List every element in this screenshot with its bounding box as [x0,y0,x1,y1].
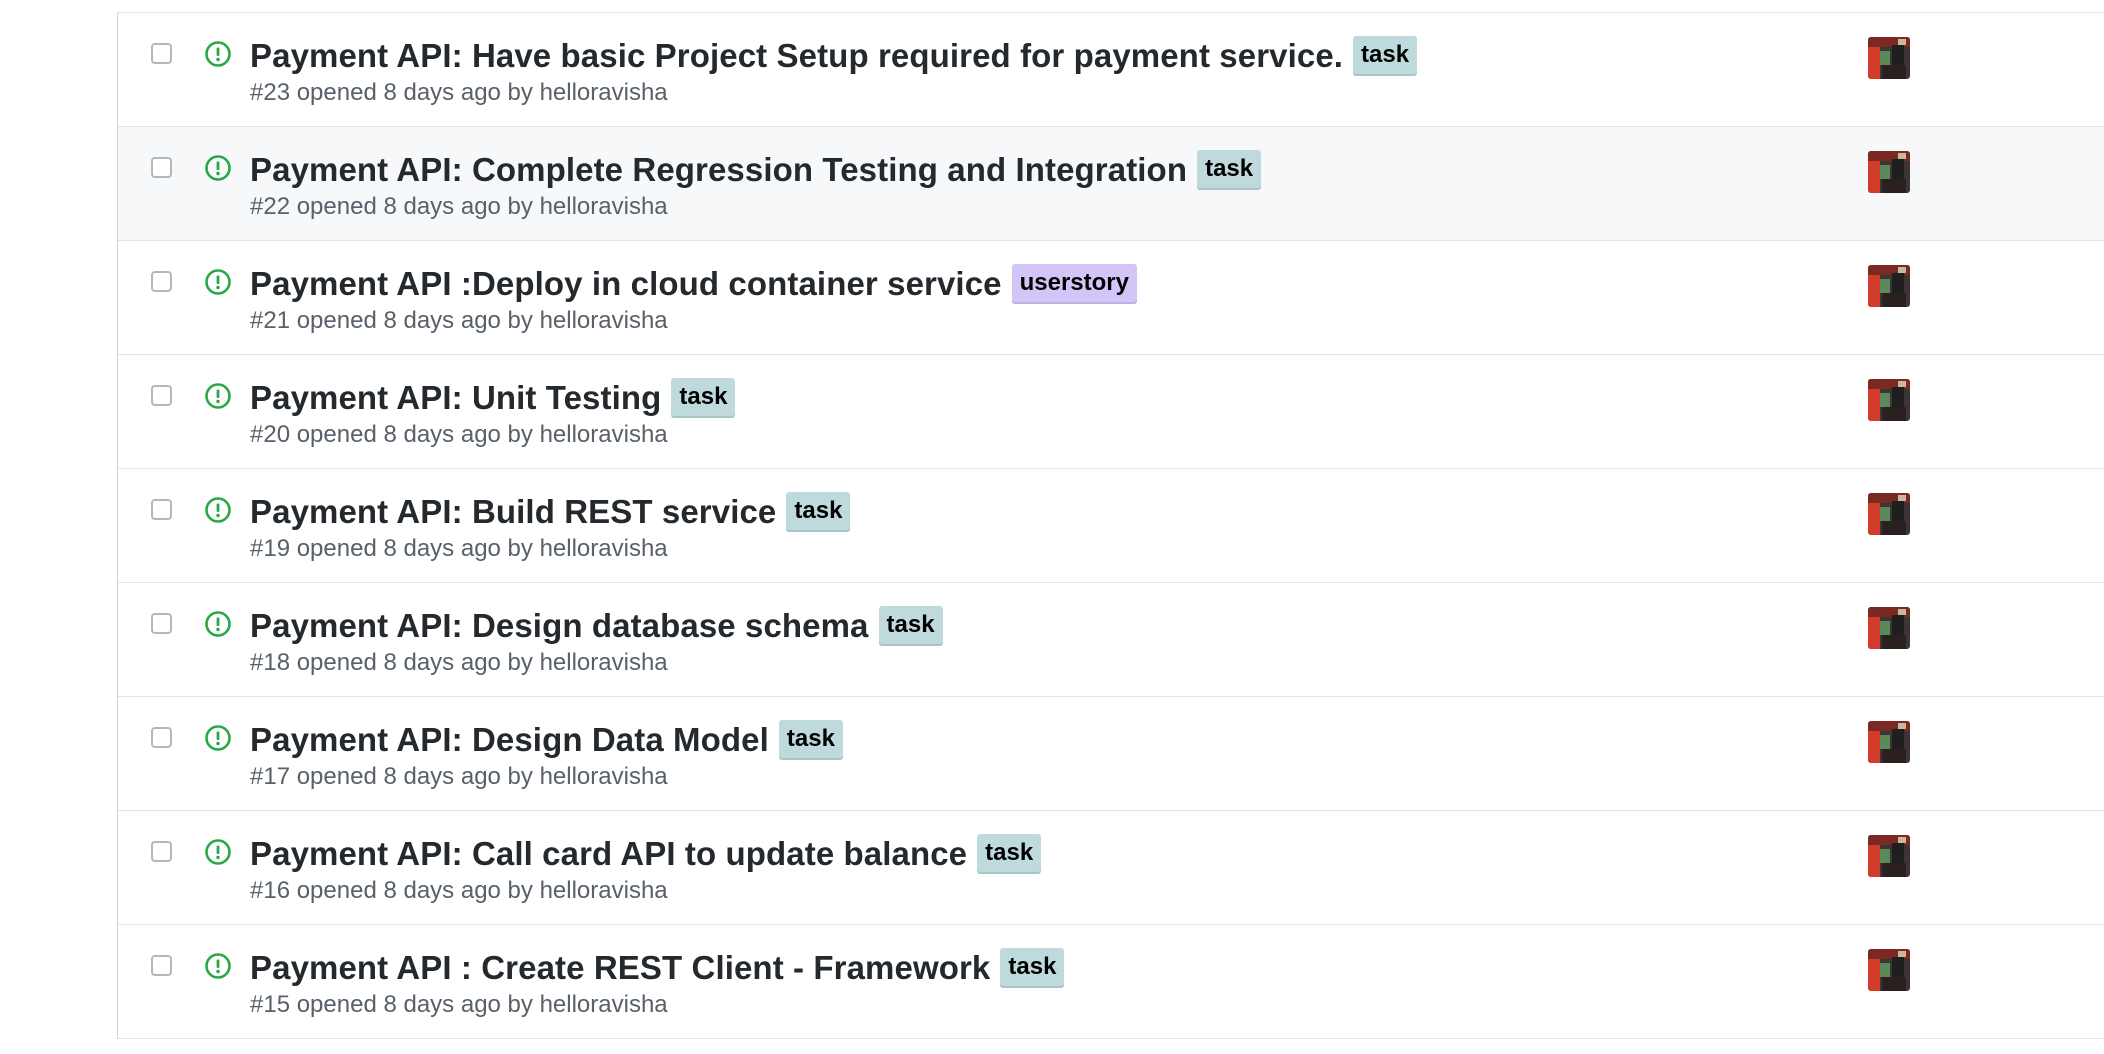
issue-row[interactable]: Payment API: Have basic Project Setup re… [118,13,2104,127]
label-badge[interactable]: task [671,378,736,418]
label-badge[interactable]: task [1197,150,1262,190]
issue-checkbox[interactable] [151,841,172,862]
assignee-avatar[interactable] [1868,607,1910,649]
issue-meta: #19 opened 8 days ago by helloravisha [250,535,668,562]
label-badge[interactable]: task [778,720,843,760]
assignee-avatar[interactable] [1868,493,1910,535]
issue-meta: #22 opened 8 days ago by helloravisha [250,193,668,220]
issues-list: Payment API: Have basic Project Setup re… [117,12,2104,1039]
label-badge[interactable]: task [1000,948,1065,988]
issue-checkbox[interactable] [151,727,172,748]
issue-meta: #16 opened 8 days ago by helloravisha [250,877,668,904]
open-issue-icon [205,953,231,979]
open-issue-icon [205,41,231,67]
open-issue-icon [205,269,231,295]
assignee-avatar[interactable] [1868,721,1910,763]
label-badge[interactable]: task [878,606,943,646]
issue-row[interactable]: Payment API: Complete Regression Testing… [118,127,2104,241]
issue-title-link[interactable]: Payment API: Build REST service [250,493,776,531]
issue-row[interactable]: Payment API :Deploy in cloud container s… [118,241,2104,355]
assignee-avatar[interactable] [1868,265,1910,307]
assignee-avatar[interactable] [1868,37,1910,79]
issue-row[interactable]: Payment API: Design database schema task… [118,583,2104,697]
issues-page: Payment API: Have basic Project Setup re… [0,0,2104,1054]
open-issue-icon [205,611,231,637]
issue-row[interactable]: Payment API: Call card API to update bal… [118,811,2104,925]
issue-title-link[interactable]: Payment API: Unit Testing [250,379,661,417]
issue-meta: #18 opened 8 days ago by helloravisha [250,649,668,676]
open-issue-icon [205,725,231,751]
issue-title-link[interactable]: Payment API: Design database schema [250,607,869,645]
issue-checkbox[interactable] [151,271,172,292]
issue-title-link[interactable]: Payment API: Design Data Model [250,721,769,759]
assignee-avatar[interactable] [1868,835,1910,877]
issue-meta: #15 opened 8 days ago by helloravisha [250,991,668,1018]
issue-title-link[interactable]: Payment API: Call card API to update bal… [250,835,967,873]
issue-checkbox[interactable] [151,385,172,406]
assignee-avatar[interactable] [1868,949,1910,991]
open-issue-icon [205,497,231,523]
label-badge[interactable]: userstory [1011,264,1137,304]
issue-meta: #21 opened 8 days ago by helloravisha [250,307,668,334]
issue-checkbox[interactable] [151,955,172,976]
issue-meta: #17 opened 8 days ago by helloravisha [250,763,668,790]
issue-title-link[interactable]: Payment API : Create REST Client - Frame… [250,949,990,987]
issue-title-link[interactable]: Payment API :Deploy in cloud container s… [250,265,1002,303]
label-badge[interactable]: task [977,834,1042,874]
issue-checkbox[interactable] [151,157,172,178]
issue-checkbox[interactable] [151,499,172,520]
issue-row[interactable]: Payment API : Create REST Client - Frame… [118,925,2104,1039]
issue-meta: #20 opened 8 days ago by helloravisha [250,421,668,448]
issue-row[interactable]: Payment API: Design Data Model task #17 … [118,697,2104,811]
open-issue-icon [205,155,231,181]
open-issue-icon [205,839,231,865]
issue-checkbox[interactable] [151,613,172,634]
label-badge[interactable]: task [786,492,851,532]
issue-checkbox[interactable] [151,43,172,64]
assignee-avatar[interactable] [1868,379,1910,421]
issue-title-link[interactable]: Payment API: Complete Regression Testing… [250,151,1187,189]
issue-row[interactable]: Payment API: Unit Testing task #20 opene… [118,355,2104,469]
label-badge[interactable]: task [1353,36,1418,76]
issue-meta: #23 opened 8 days ago by helloravisha [250,79,668,106]
issue-title-link[interactable]: Payment API: Have basic Project Setup re… [250,37,1343,75]
open-issue-icon [205,383,231,409]
assignee-avatar[interactable] [1868,151,1910,193]
issue-row[interactable]: Payment API: Build REST service task #19… [118,469,2104,583]
